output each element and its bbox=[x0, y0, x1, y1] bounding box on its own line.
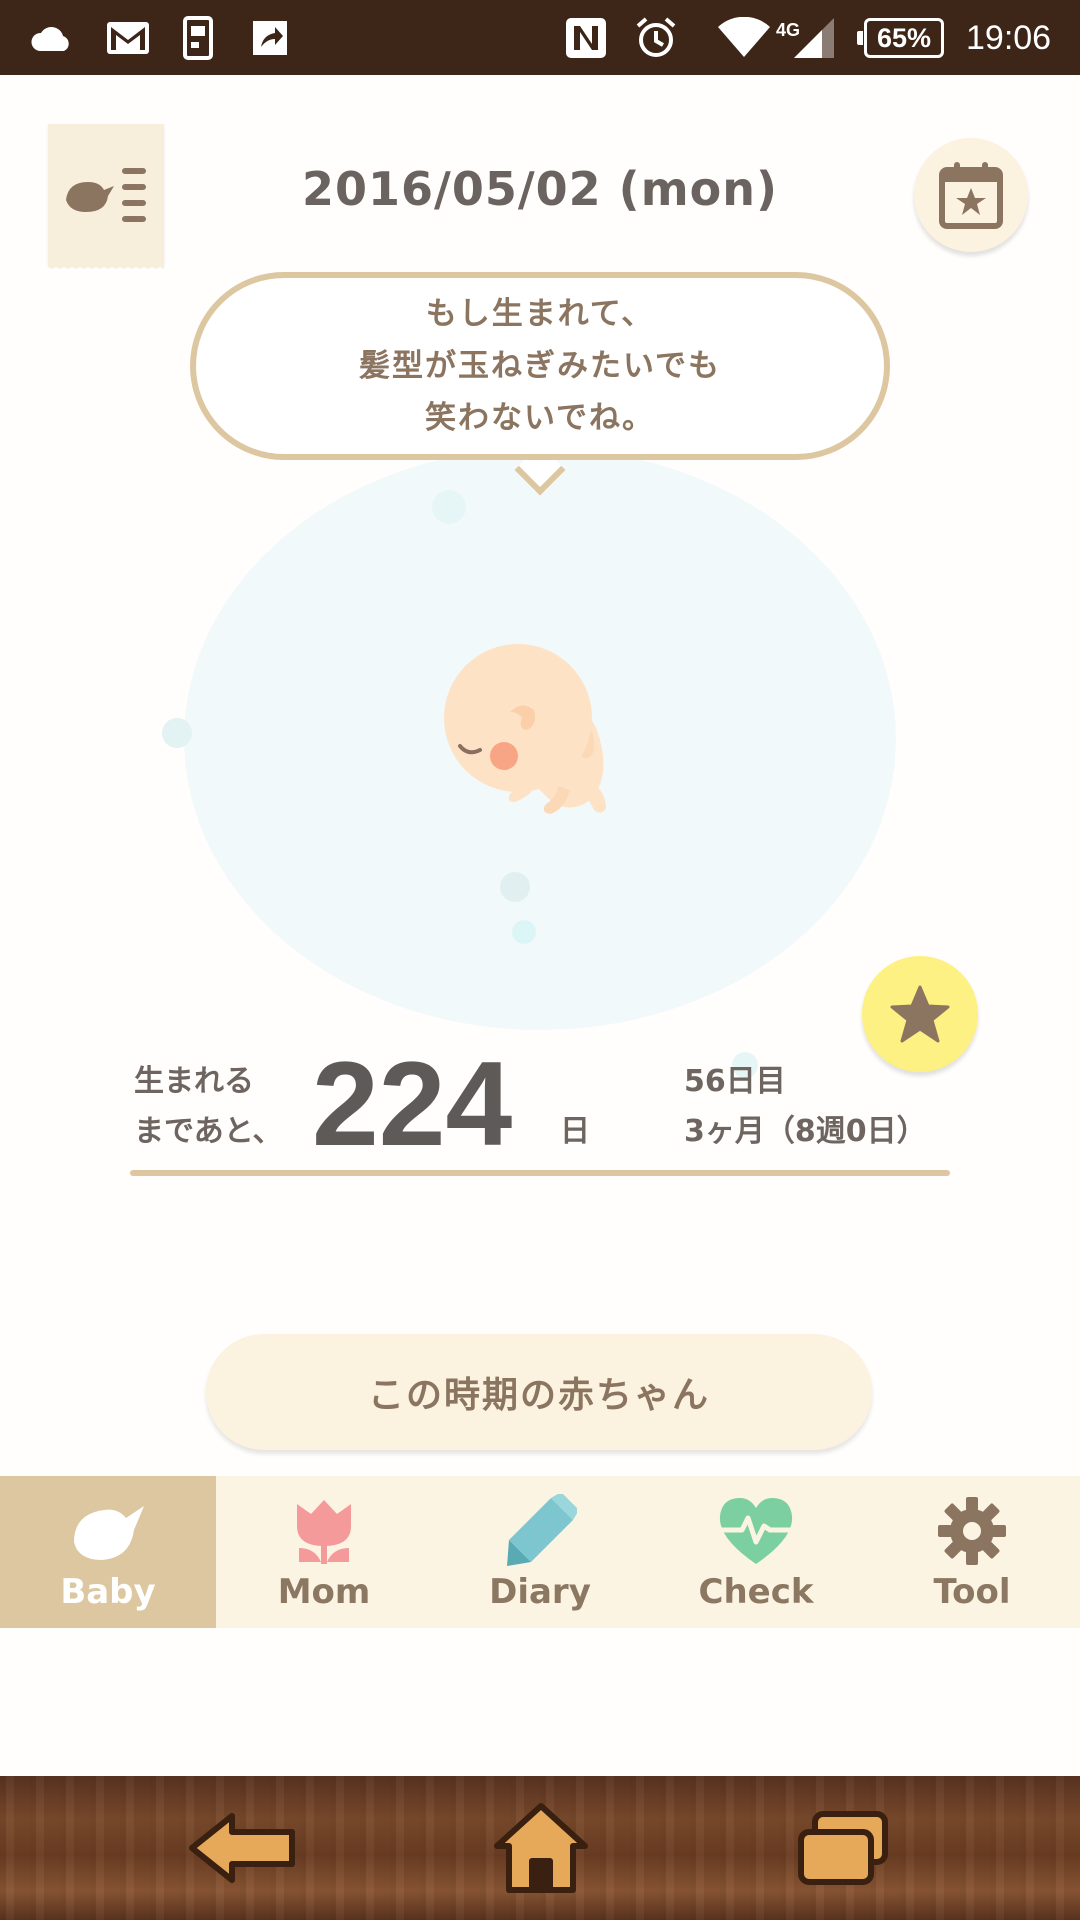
tab-label: Baby bbox=[60, 1572, 156, 1612]
home-icon bbox=[494, 1803, 588, 1893]
clock: 19:06 bbox=[966, 18, 1052, 57]
tab-mom[interactable]: Mom bbox=[216, 1476, 432, 1628]
tab-check[interactable]: Check bbox=[648, 1476, 864, 1628]
recent-apps-icon bbox=[798, 1811, 888, 1885]
gmail-icon bbox=[104, 14, 152, 62]
bubble-dot bbox=[512, 920, 536, 944]
alarm-icon bbox=[632, 14, 680, 62]
heart-pulse-icon bbox=[716, 1494, 796, 1568]
signal-icon bbox=[790, 14, 838, 62]
tab-label: Tool bbox=[933, 1572, 1011, 1612]
cloud-icon bbox=[28, 14, 76, 62]
days-unit: 日 bbox=[560, 1114, 590, 1149]
bubble-dot bbox=[432, 490, 466, 524]
baby-this-period-button[interactable]: この時期の赤ちゃん bbox=[206, 1334, 872, 1450]
tab-bar: Baby Mom Diary Check Tool bbox=[0, 1476, 1080, 1628]
nfc-icon bbox=[562, 14, 610, 62]
tab-label: Diary bbox=[489, 1572, 591, 1612]
tulip-icon bbox=[284, 1494, 364, 1568]
bubble-line: 笑わないでね。 bbox=[424, 400, 656, 436]
status-bar: 4G 65% 19:06 bbox=[0, 0, 1080, 75]
pencil-icon bbox=[500, 1494, 580, 1568]
gear-icon bbox=[932, 1494, 1012, 1568]
tab-tool[interactable]: Tool bbox=[864, 1476, 1080, 1628]
bubble-line: もし生まれて、 bbox=[425, 296, 655, 332]
calendar-button[interactable] bbox=[914, 138, 1028, 252]
countdown-label: 生まれる bbox=[134, 1064, 254, 1099]
bird-menu-icon bbox=[66, 168, 146, 222]
page-title: 2016/05/02 (mon) bbox=[302, 162, 778, 216]
back-arrow-icon bbox=[189, 1813, 295, 1883]
tab-label: Mom bbox=[277, 1572, 371, 1612]
menu-button[interactable] bbox=[48, 124, 164, 272]
speech-bubble: もし生まれて、 髪型が玉ねぎみたいでも 笑わないでね。 bbox=[190, 272, 890, 460]
device-icon bbox=[178, 14, 218, 62]
bubble-dot bbox=[162, 718, 192, 748]
navigation-bar bbox=[0, 1776, 1080, 1920]
home-button[interactable] bbox=[486, 1800, 596, 1896]
bubble-line: 髪型が玉ねぎみたいでも bbox=[358, 348, 722, 384]
tab-label: Check bbox=[698, 1572, 814, 1612]
share-icon bbox=[246, 14, 294, 62]
bubble-dot bbox=[500, 872, 530, 902]
days-remaining: 224 bbox=[312, 1037, 513, 1171]
pregnancy-week: 3ヶ月（8週0日） bbox=[684, 1114, 927, 1149]
fetus-illustration bbox=[444, 644, 606, 814]
pregnancy-day: 56日目 bbox=[684, 1064, 786, 1099]
divider bbox=[130, 1170, 950, 1176]
wifi-icon bbox=[714, 14, 774, 62]
recent-apps-button[interactable] bbox=[788, 1800, 898, 1896]
calendar-star-icon bbox=[939, 162, 1003, 229]
tab-baby[interactable]: Baby bbox=[0, 1476, 216, 1628]
battery-indicator: 65% bbox=[857, 18, 944, 58]
countdown-label: まであと、 bbox=[134, 1114, 283, 1149]
star-icon bbox=[890, 985, 950, 1043]
back-button[interactable] bbox=[188, 1800, 298, 1896]
favorite-button[interactable] bbox=[862, 956, 978, 1072]
tab-diary[interactable]: Diary bbox=[432, 1476, 648, 1628]
bird-icon bbox=[68, 1494, 148, 1568]
